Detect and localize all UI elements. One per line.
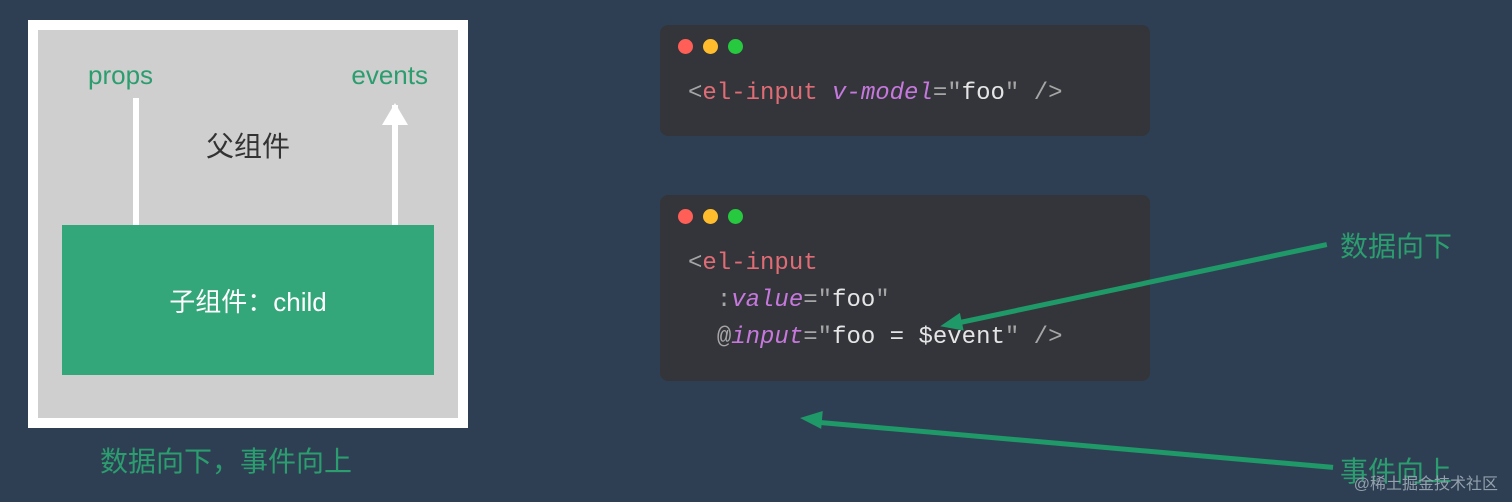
child-component-label: 子组件：child bbox=[169, 282, 326, 319]
close-icon bbox=[678, 39, 693, 54]
component-diagram: props events 父组件 子组件：child bbox=[28, 20, 468, 428]
window-controls bbox=[678, 39, 743, 54]
props-label: props bbox=[88, 60, 153, 91]
maximize-icon bbox=[728, 209, 743, 224]
minimize-icon bbox=[703, 209, 718, 224]
annotation-data-down: 数据向下 bbox=[1340, 225, 1452, 265]
arrow-event-up-icon bbox=[820, 420, 1333, 470]
minimize-icon bbox=[703, 39, 718, 54]
close-icon bbox=[678, 209, 693, 224]
code-snippet-vmodel: <el-input v-model="foo" /> bbox=[660, 25, 1150, 136]
events-label: events bbox=[351, 60, 428, 91]
code-snippet-expanded: <el-input :value="foo" @input="foo = $ev… bbox=[660, 195, 1150, 381]
child-component-box: 子组件：child bbox=[62, 225, 434, 375]
window-controls bbox=[678, 209, 743, 224]
watermark: @稀土掘金技术社区 bbox=[1354, 470, 1498, 494]
maximize-icon bbox=[728, 39, 743, 54]
arrow-head-icon bbox=[799, 409, 822, 429]
code-content: <el-input :value="foo" @input="foo = $ev… bbox=[660, 235, 1150, 381]
code-content: <el-input v-model="foo" /> bbox=[660, 65, 1150, 136]
diagram-caption: 数据向下，事件向上 bbox=[100, 440, 352, 480]
